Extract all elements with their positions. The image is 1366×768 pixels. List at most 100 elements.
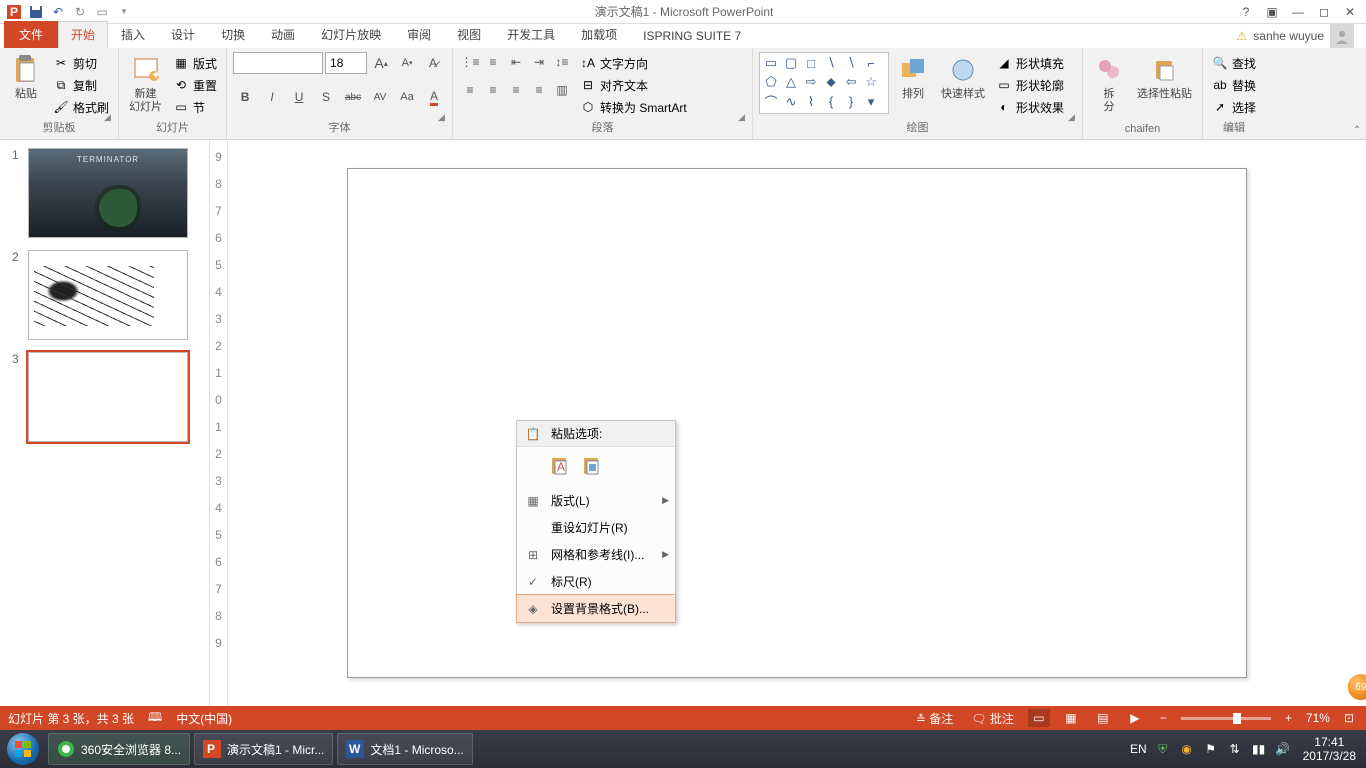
spacing-button[interactable]: AV [368,86,392,108]
taskbar-powerpoint[interactable]: P演示文稿1 - Micr... [194,733,333,765]
dialog-launcher-icon[interactable]: ◢ [104,112,116,124]
tab-developer[interactable]: 开发工具 [494,21,568,48]
fit-window-icon[interactable]: ⊡ [1340,711,1358,725]
save-icon[interactable] [26,2,46,22]
paste-special-button[interactable]: 选择性粘贴 [1133,52,1196,103]
dialog-launcher-icon[interactable]: ◢ [738,112,750,124]
ime-indicator[interactable]: EN [1130,742,1147,756]
close-icon[interactable]: ✕ [1340,2,1360,22]
zoom-level[interactable]: 71% [1306,711,1330,725]
tab-home[interactable]: 开始 [58,21,108,48]
paste-button[interactable]: 粘贴 [6,52,46,103]
normal-view-icon[interactable]: ▭ [1028,709,1050,727]
thumbnail-pane[interactable]: 1 TERMINATOR 2 3 [0,140,210,706]
italic-button[interactable]: I [260,86,284,108]
help-icon[interactable]: ? [1236,2,1256,22]
start-button[interactable] [0,730,46,768]
thumb-preview[interactable]: TERMINATOR [28,148,188,238]
action-center-icon[interactable]: ⚑ [1203,741,1219,757]
select-button[interactable]: ➚选择 [1209,96,1259,118]
font-color-button[interactable]: A [422,86,446,108]
quickstyles-button[interactable]: 快速样式 [937,52,989,103]
tab-file[interactable]: 文件 [4,21,58,48]
bullets-button[interactable]: ⋮≡ [459,52,481,72]
ctx-background-format[interactable]: ◈设置背景格式(B)... [517,595,675,622]
shape-outline-button[interactable]: ▭形状轮廓 [993,74,1067,96]
dialog-launcher-icon[interactable]: ◢ [1068,112,1080,124]
tray-icon[interactable]: ◉ [1179,741,1195,757]
bold-button[interactable]: B [233,86,257,108]
zoom-out-button[interactable]: − [1156,711,1171,725]
justify-button[interactable]: ≡ [528,80,550,100]
reset-button[interactable]: ⟲重置 [170,74,220,96]
qat-customize-icon[interactable]: ▾ [114,2,134,22]
avatar[interactable] [1330,24,1354,48]
strike-button[interactable]: abc [341,86,365,108]
undo-icon[interactable]: ↶ [48,2,68,22]
usb-icon[interactable]: ⇅ [1227,741,1243,757]
start-from-beginning-icon[interactable]: ▭ [92,2,112,22]
taskbar-browser[interactable]: 360安全浏览器 8... [48,733,190,765]
ctx-layout[interactable]: ▦版式(L)▶ [517,487,675,514]
copy-button[interactable]: ⧉复制 [50,74,112,96]
align-right-button[interactable]: ≡ [505,80,527,100]
replace-button[interactable]: ab替换 [1209,74,1259,96]
shape-effects-button[interactable]: ◐形状效果 [993,96,1067,118]
format-painter-button[interactable]: 🖌格式刷 [50,96,112,118]
section-button[interactable]: ▭节 [170,96,220,118]
reading-view-icon[interactable]: ▤ [1092,709,1114,727]
tab-addins[interactable]: 加载项 [568,21,630,48]
line-spacing-button[interactable]: ↕≡ [551,52,573,72]
ribbon-display-icon[interactable]: ▣ [1262,2,1282,22]
ctx-ruler[interactable]: ✓标尺(R) [517,568,675,595]
notes-button[interactable]: ≛ 备注 [912,710,957,727]
thumb-2[interactable]: 2 [12,250,197,340]
cut-button[interactable]: ✂剪切 [50,52,112,74]
thumb-3[interactable]: 3 [12,352,197,442]
ctx-grid[interactable]: ⊞网格和参考线(I)...▶ [517,541,675,568]
numbering-button[interactable]: ≡ [482,52,504,72]
align-text-button[interactable]: ⊟对齐文本 [577,74,690,96]
user-area[interactable]: ⚠ sanhe wuyue [1229,24,1362,48]
tab-insert[interactable]: 插入 [108,21,158,48]
minimize-icon[interactable]: — [1288,2,1308,22]
clock[interactable]: 17:412017/3/28 [1299,735,1360,764]
sorter-view-icon[interactable]: ▦ [1060,709,1082,727]
thumb-preview[interactable] [28,250,188,340]
zoom-in-button[interactable]: + [1281,711,1296,725]
tab-transitions[interactable]: 切换 [208,21,258,48]
app-icon[interactable]: P [4,2,24,22]
paste-picture-icon[interactable] [579,453,605,479]
font-name-input[interactable] [233,52,323,74]
find-button[interactable]: 🔍查找 [1209,52,1259,74]
tab-view[interactable]: 视图 [444,21,494,48]
new-slide-button[interactable]: ✦ 新建 幻灯片 [125,52,166,116]
network-icon[interactable]: ▮▮ [1251,741,1267,757]
paste-keep-source-icon[interactable]: A [547,453,573,479]
shrink-font-button[interactable]: A▾ [395,52,419,74]
align-center-button[interactable]: ≡ [482,80,504,100]
slide-area[interactable] [228,140,1366,706]
language-status[interactable]: 中文(中国) [176,710,232,727]
tab-animations[interactable]: 动画 [258,21,308,48]
shape-fill-button[interactable]: ◢形状填充 [993,52,1067,74]
dialog-launcher-icon[interactable]: ◢ [438,112,450,124]
slideshow-view-icon[interactable]: ▶ [1124,709,1146,727]
slide-counter[interactable]: 幻灯片 第 3 张，共 3 张 [8,710,134,727]
font-size-input[interactable]: 18 [325,52,367,74]
tab-ispring[interactable]: ISPRING SUITE 7 [630,24,754,48]
tab-slideshow[interactable]: 幻灯片放映 [308,21,394,48]
ctx-reset[interactable]: 重设幻灯片(R) [517,514,675,541]
clear-format-button[interactable]: A̷ [421,52,445,74]
volume-icon[interactable]: 🔊 [1275,741,1291,757]
taskbar-word[interactable]: W文档1 - Microso... [337,733,472,765]
case-button[interactable]: Aa [395,86,419,108]
maximize-icon[interactable]: ◻ [1314,2,1334,22]
spell-check-icon[interactable]: 🕮 [148,708,162,729]
slide-canvas[interactable] [347,168,1247,678]
security-icon[interactable]: ⛨ [1155,741,1171,757]
columns-button[interactable]: ▥ [551,80,573,100]
collapse-ribbon-icon[interactable]: ⌃ [1350,123,1364,137]
increase-indent-button[interactable]: ⇥ [528,52,550,72]
shadow-button[interactable]: S [314,86,338,108]
